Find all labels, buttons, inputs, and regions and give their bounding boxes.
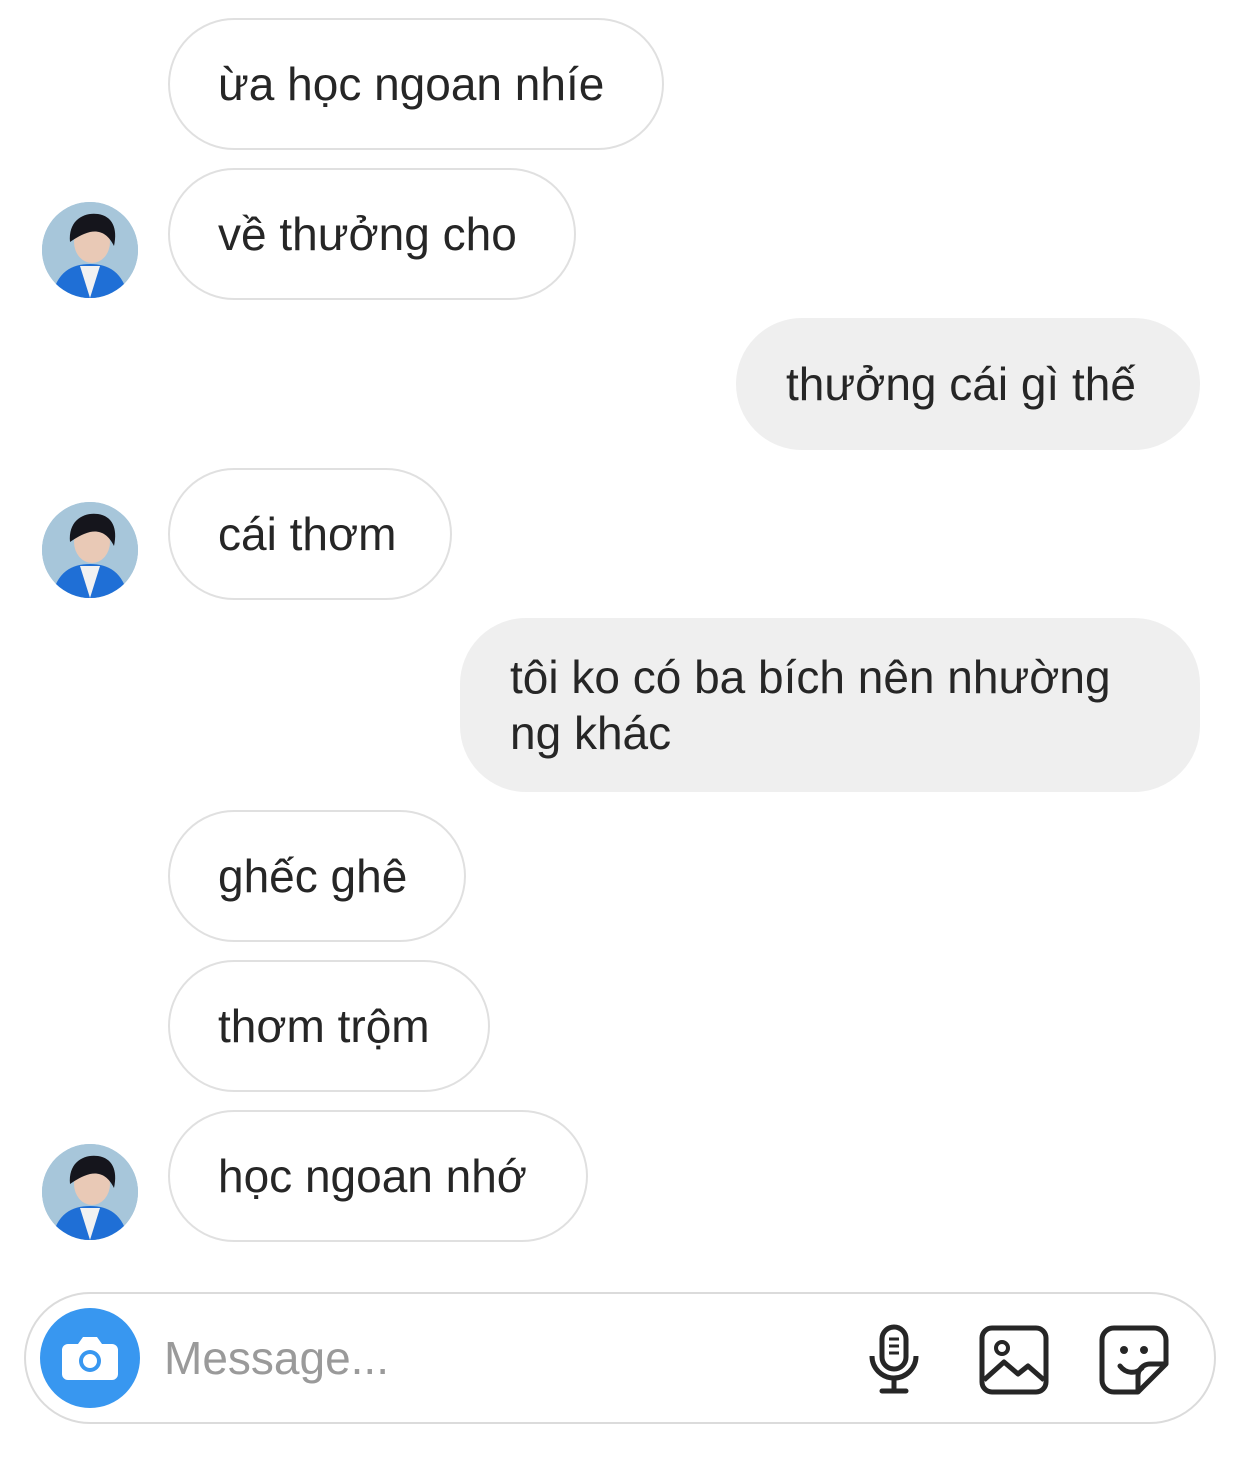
message-composer: Message... [24,1292,1216,1424]
message-bubble-incoming[interactable]: cái thơm [168,468,452,600]
microphone-icon [869,1324,919,1394]
message-input-placeholder: Message... [164,1332,389,1384]
message-text: cái thơm [218,508,397,560]
message-text: tôi ko có ba bích nên nhường ng khác [510,651,1111,759]
message-text: về thưởng cho [218,208,517,260]
sticker-button[interactable] [1098,1324,1170,1396]
microphone-button[interactable] [858,1324,930,1396]
message-text: học ngoan nhớ [218,1150,527,1202]
message-bubble-incoming[interactable]: ừa học ngoan nhíe [168,18,664,150]
avatar-photo-icon [42,502,138,598]
message-text: thơm trộm [218,1000,430,1052]
message-bubble-incoming[interactable]: ghếc ghê [168,810,466,942]
gallery-button[interactable] [978,1324,1050,1396]
image-gallery-icon [979,1325,1049,1395]
message-text: ghếc ghê [218,850,408,902]
avatar[interactable] [42,502,138,598]
avatar-photo-icon [42,1144,138,1240]
message-bubble-outgoing[interactable]: tôi ko có ba bích nên nhường ng khác [460,618,1200,792]
camera-button[interactable] [40,1308,140,1408]
message-bubble-incoming[interactable]: về thưởng cho [168,168,576,300]
camera-icon [62,1337,118,1380]
avatar-photo-icon [42,202,138,298]
message-input[interactable]: Message... [164,1330,389,1386]
message-bubble-incoming[interactable]: học ngoan nhớ [168,1110,588,1242]
message-text: thưởng cái gì thế [786,358,1136,410]
avatar[interactable] [42,202,138,298]
sticker-icon [1099,1325,1169,1395]
message-bubble-outgoing[interactable]: thưởng cái gì thế [736,318,1200,450]
message-text: ừa học ngoan nhíe [218,58,605,110]
message-bubble-incoming[interactable]: thơm trộm [168,960,490,1092]
avatar[interactable] [42,1144,138,1240]
